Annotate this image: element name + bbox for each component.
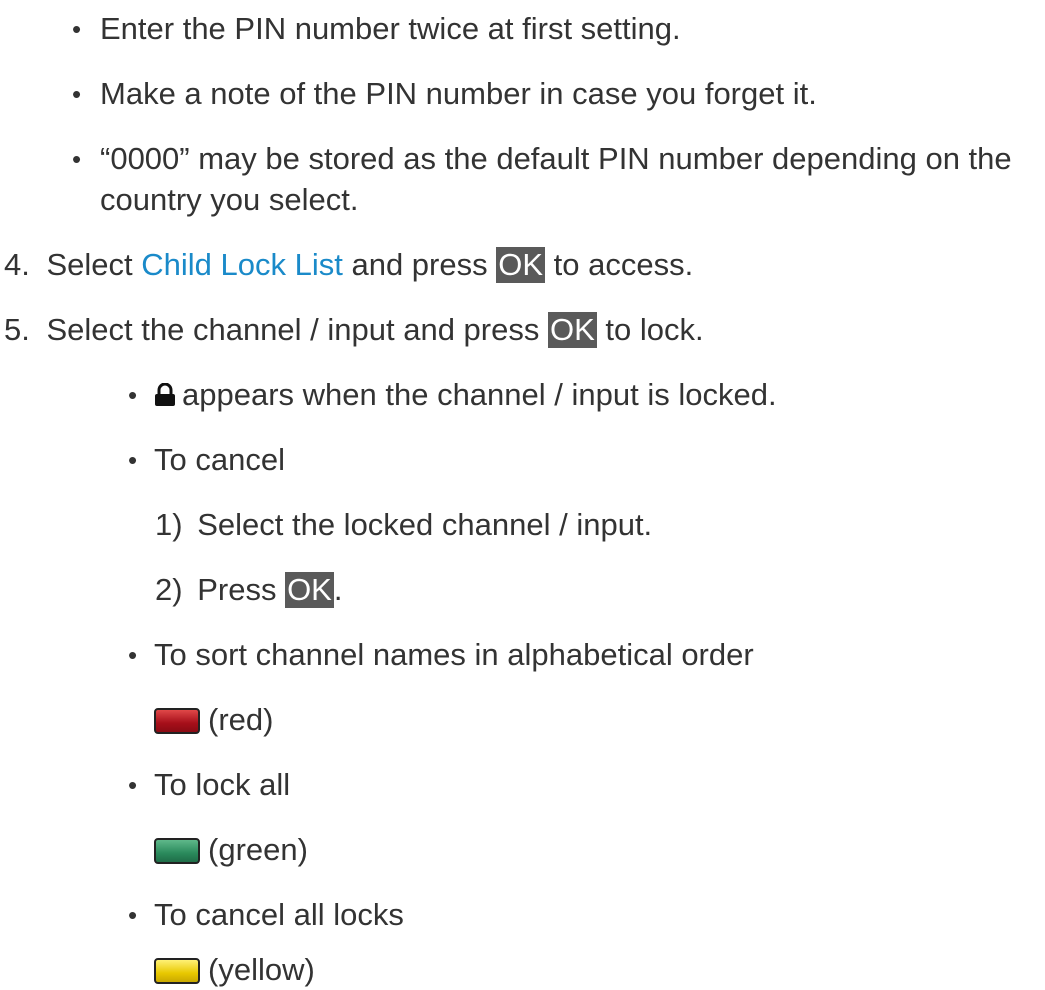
ok-key: OK: [496, 247, 546, 283]
yellow-button-icon: [154, 958, 200, 984]
red-button-icon: [154, 708, 200, 734]
lock-all-label: To lock all: [154, 767, 291, 802]
to-cancel-label: To cancel: [154, 442, 285, 477]
bullet-icon: •: [128, 770, 138, 800]
step-number: 4.: [4, 247, 30, 282]
step-4: 4. Select Child Lock List and press OK t…: [4, 245, 693, 285]
bullet-icon: •: [128, 380, 138, 410]
yellow-button-label: (yellow): [208, 952, 315, 987]
child-lock-list-link[interactable]: Child Lock List: [141, 247, 343, 282]
cancel-substep-2: 2) Press OK.: [155, 570, 342, 610]
step-text: Select: [46, 247, 142, 282]
bullet-icon: •: [72, 79, 82, 109]
ok-key: OK: [285, 572, 334, 608]
step-5: 5. Select the channel / input and press …: [4, 310, 704, 350]
step-text: to access.: [545, 247, 694, 282]
bullet-icon: •: [72, 144, 82, 174]
substep-text: Select the locked channel / input.: [197, 507, 653, 542]
step-text: Select the channel / input and press: [46, 312, 548, 347]
substep-text: .: [333, 572, 343, 607]
step-number: 5.: [4, 312, 30, 347]
default-pin-note-cont: country you select.: [100, 182, 359, 217]
default-pin-note: “0000” may be stored as the default PIN …: [100, 141, 1012, 176]
substep-text: Press: [197, 572, 286, 607]
sort-label: To sort channel names in alphabetical or…: [154, 637, 754, 672]
lock-note-text: appears when the channel / input is lock…: [182, 377, 777, 412]
cancel-all-label: To cancel all locks: [154, 897, 404, 932]
lock-all-button-row: (green): [154, 830, 308, 870]
substep-number: 2): [155, 572, 183, 607]
bullet-icon: •: [128, 900, 138, 930]
sort-button-row: (red): [154, 700, 273, 740]
cancel-substep-1: 1) Select the locked channel / input.: [155, 505, 652, 545]
lock-icon: [154, 377, 176, 417]
lock-note: appears when the channel / input is lock…: [154, 375, 777, 417]
ok-key: OK: [547, 312, 597, 348]
green-button-label: (green): [208, 832, 308, 867]
step-text: to lock.: [596, 312, 704, 347]
bullet-icon: •: [72, 14, 82, 44]
pin-twice-note: Enter the PIN number twice at first sett…: [100, 11, 681, 46]
cancel-all-button-row: (yellow): [154, 950, 315, 990]
bullet-icon: •: [128, 445, 138, 475]
substep-number: 1): [155, 507, 183, 542]
step-text: and press: [342, 247, 497, 282]
red-button-label: (red): [208, 702, 274, 737]
green-button-icon: [154, 838, 200, 864]
pin-note: Make a note of the PIN number in case yo…: [100, 76, 817, 111]
bullet-icon: •: [128, 640, 138, 670]
